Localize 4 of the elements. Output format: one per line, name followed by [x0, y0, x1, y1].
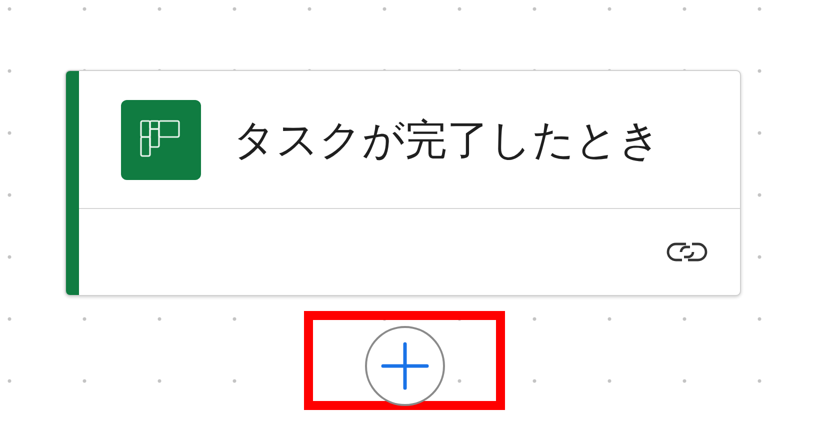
plus-icon: [380, 342, 428, 390]
board-icon: [121, 100, 201, 180]
trigger-card[interactable]: タスクが完了したとき: [65, 70, 741, 296]
trigger-title: タスクが完了したとき: [233, 114, 661, 166]
